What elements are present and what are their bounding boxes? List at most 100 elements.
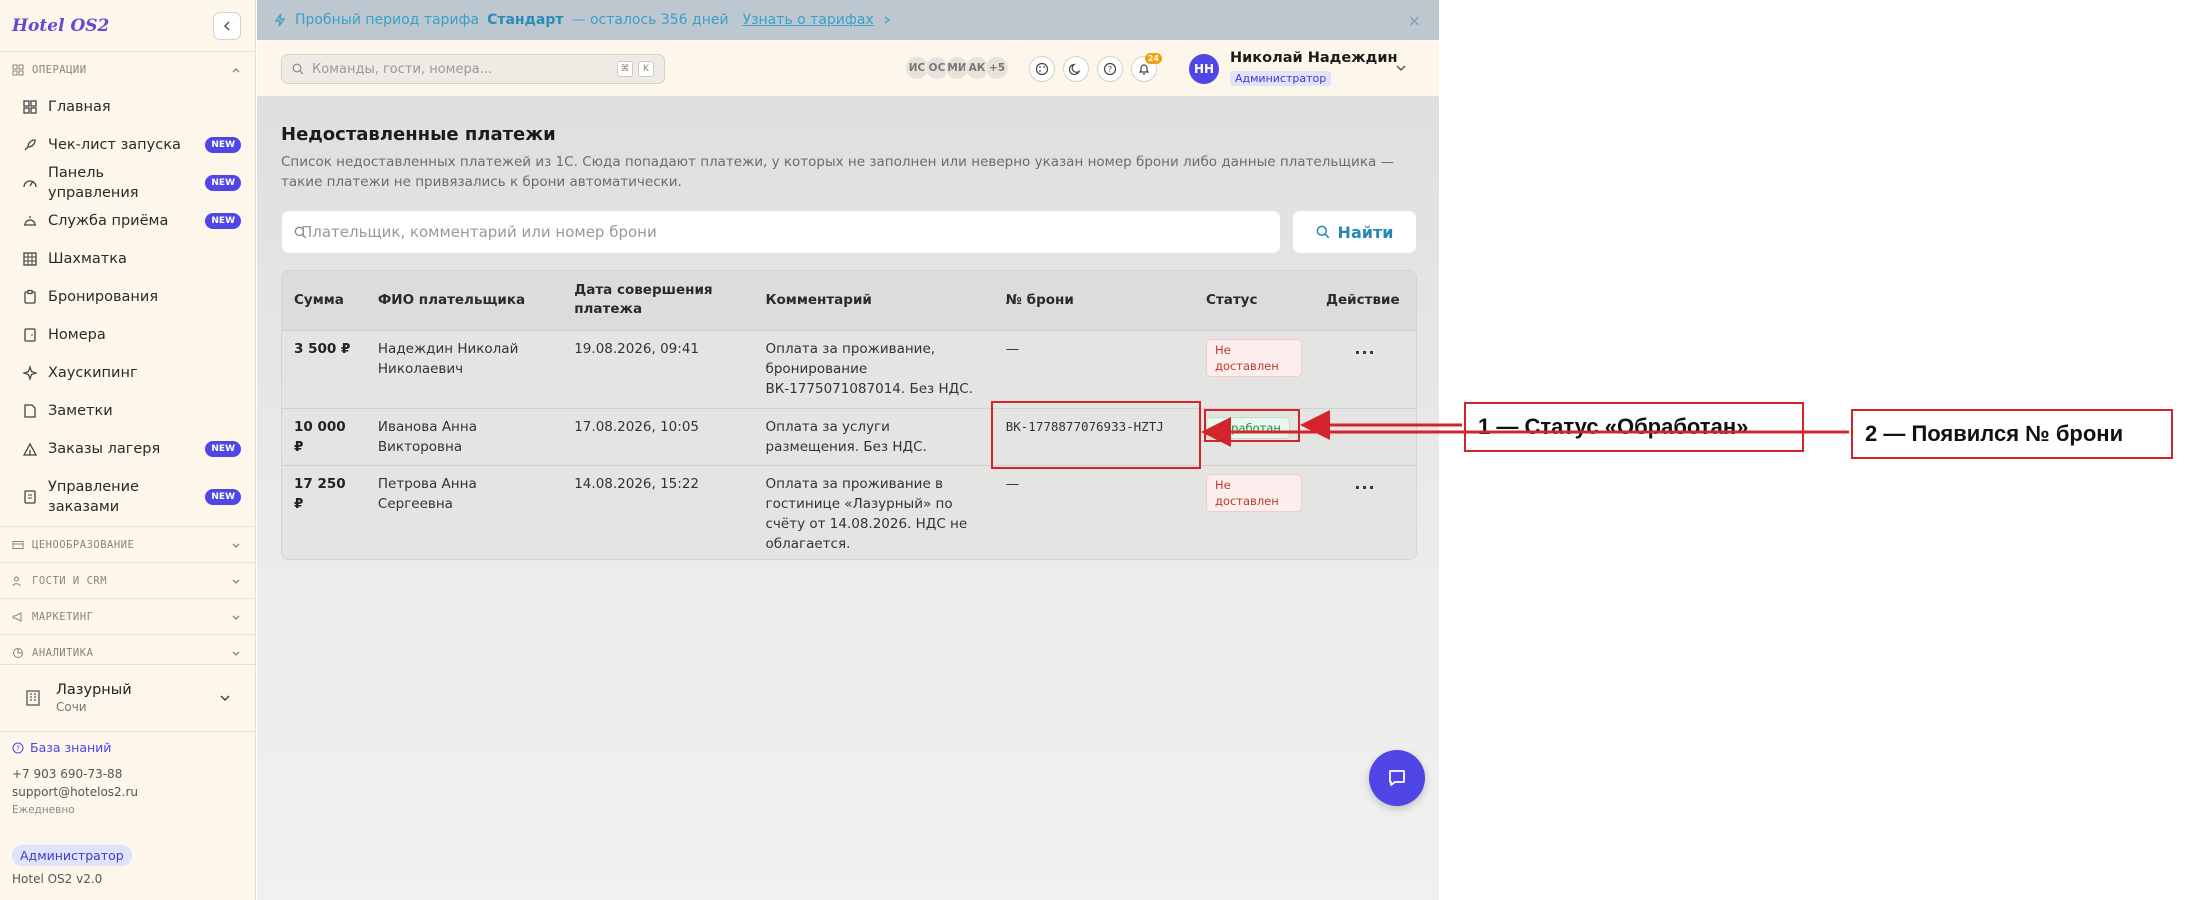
new-badge: NEW [205, 489, 241, 505]
column-header-payer[interactable]: ФИО плательщика [365, 271, 563, 331]
user-name[interactable]: Николай Надеждин [1230, 50, 1398, 66]
payment-amount: 17 250 ₽ [282, 465, 366, 559]
sidebar-item-home[interactable]: Главная [0, 88, 255, 126]
payment-date: 14.08.2026, 15:22 [562, 465, 754, 559]
sidebar-item-label: Главная [48, 99, 111, 115]
svg-text:?: ? [16, 744, 20, 752]
shortcut-hint: ⌘ K [617, 61, 654, 77]
user-role-badge: Администратор [1230, 71, 1332, 86]
chevron-down-icon [220, 695, 230, 702]
nav-group-pricing[interactable]: ЦЕНООБРАЗОВАНИЕ [0, 526, 255, 562]
action-cell [1314, 408, 1416, 466]
sidebar-item-label: Заказы лагеря [48, 441, 161, 457]
gauge-icon [23, 180, 37, 188]
online-users[interactable]: ИС ОС МИ АК +5 [905, 56, 1009, 80]
column-header-status[interactable]: Статус [1194, 271, 1314, 331]
dark-mode-button[interactable] [1063, 56, 1089, 82]
sidebar-item-notes[interactable]: Заметки [0, 392, 255, 430]
hotel-name: Лазурный [56, 682, 132, 698]
door-icon [24, 328, 36, 342]
new-badge: NEW [205, 137, 241, 153]
status-cell: Не доставлен [1194, 330, 1314, 409]
sidebar-header: Hotel OS2 [0, 0, 255, 52]
sidebar-item-label: Панель управления [48, 165, 139, 201]
sidebar-item-bookings[interactable]: Бронирования [0, 278, 255, 316]
sidebar-item-chessboard[interactable]: Шахматка [0, 240, 255, 278]
knowledge-base-label: База знаний [30, 740, 112, 755]
sidebar-item-control-panel[interactable]: Панель управления NEW [0, 164, 255, 202]
nav-group-label: МАРКЕТИНГ [32, 610, 94, 623]
kbd-cmd: ⌘ [617, 61, 633, 77]
sidebar-nav[interactable]: ОПЕРАЦИИ Главная Чек-лист запуска NEW Па… [0, 52, 255, 664]
column-header-comment[interactable]: Комментарий [753, 271, 994, 331]
new-badge: NEW [205, 175, 241, 191]
payer-name: Иванова Анна Викторовна [365, 408, 563, 466]
user-avatar[interactable]: НН [1189, 54, 1219, 84]
status-badge: Не доставлен [1206, 338, 1302, 377]
sidebar-item-housekeeping[interactable]: Хаускипинг [0, 354, 255, 392]
column-header-amount[interactable]: Сумма [282, 271, 366, 331]
top-bar: Команды, гости, номера... ⌘ K ИС ОС МИ А… [257, 40, 1439, 97]
main-content: Пробный период тарифа Стандарт — осталос… [257, 0, 1439, 900]
more-actions-button[interactable]: ... [1354, 474, 1375, 493]
table-row[interactable]: 17 250 ₽ Петрова Анна Сергеевна 14.08.20… [282, 465, 1416, 559]
role-badge: Администратор [12, 845, 132, 866]
chevron-down-icon [232, 543, 240, 548]
chevron-down-icon[interactable] [1395, 62, 1407, 74]
knowledge-base-link[interactable]: ? База знаний [12, 740, 243, 755]
sidebar-item-rooms[interactable]: Номера [0, 316, 255, 354]
page-description: Список недоставленных платежей из 1С. Сю… [281, 154, 1395, 190]
tariffs-link[interactable]: Узнать о тарифах [743, 12, 874, 28]
find-button[interactable]: Найти [1292, 210, 1417, 254]
support-phone[interactable]: +7 903 690-73-88 [12, 765, 243, 783]
sidebar-item-label: Служба приёма [48, 213, 169, 229]
column-header-action: Действие [1314, 271, 1416, 331]
palette-icon [1035, 62, 1049, 76]
tent-icon [22, 442, 38, 456]
nav-group-label: АНАЛИТИКА [32, 646, 94, 659]
dashboard-icon [23, 100, 37, 114]
theme-palette-button[interactable] [1029, 56, 1055, 82]
sidebar-item-launch-checklist[interactable]: Чек-лист запуска NEW [0, 126, 255, 164]
bell-service-icon [24, 216, 36, 226]
status-badge: Не доставлен [1206, 473, 1302, 512]
chat-button[interactable] [1369, 750, 1425, 806]
clipboard-icon [24, 289, 36, 304]
sidebar-item-label: Чек-лист запуска [48, 137, 181, 153]
hotel-switcher[interactable]: Лазурный Сочи [0, 664, 255, 732]
sidebar-item-order-management[interactable]: Управление заказами NEW [0, 468, 255, 526]
note-icon [24, 404, 36, 418]
pie-chart-icon [13, 647, 23, 658]
help-button[interactable]: ? [1097, 56, 1123, 82]
app-logo[interactable]: Hotel OS2 [12, 16, 109, 36]
nav-group-analytics[interactable]: АНАЛИТИКА [0, 634, 255, 664]
trial-banner: Пробный период тарифа Стандарт — осталос… [257, 0, 1439, 40]
avatar-more[interactable]: +5 [985, 56, 1009, 80]
table-row[interactable]: 3 500 ₽ Надеждин Николай Николаевич 19.0… [282, 330, 1416, 409]
notifications-button[interactable]: 24 [1131, 53, 1162, 82]
sidebar-collapse-button[interactable] [213, 11, 241, 40]
column-header-date[interactable]: Дата совершения платежа [562, 271, 754, 331]
close-banner-icon[interactable]: × [1408, 11, 1421, 30]
svg-text:?: ? [1108, 65, 1112, 74]
sidebar-item-label: Управление заказами [48, 479, 139, 515]
search-icon [292, 63, 304, 75]
sidebar-item-camp-orders[interactable]: Заказы лагеря NEW [0, 430, 255, 468]
support-email[interactable]: support@hotelos2.ru [12, 783, 243, 801]
payments-search-placeholder: Плательщик, комментарий или номер брони [301, 223, 657, 241]
chevron-up-icon [232, 68, 240, 73]
nav-group-label: ГОСТИ И CRM [32, 574, 108, 587]
column-header-booking[interactable]: № брони [993, 271, 1194, 331]
more-actions-button[interactable]: ... [1354, 339, 1375, 358]
chevron-down-icon [232, 651, 240, 656]
command-search[interactable]: Команды, гости, номера... ⌘ K [281, 54, 665, 84]
sidebar-item-front-desk[interactable]: Служба приёма NEW [0, 202, 255, 240]
nav-group-marketing[interactable]: МАРКЕТИНГ [0, 598, 255, 634]
trial-prefix: Пробный период тарифа [295, 12, 480, 28]
trial-plan: Стандарт [487, 12, 564, 28]
nav-group-guests-crm[interactable]: ГОСТИ И CRM [0, 562, 255, 598]
nav-group-operations[interactable]: ОПЕРАЦИИ [0, 52, 255, 88]
payer-name: Петрова Анна Сергеевна [365, 465, 563, 559]
payment-comment: Оплата за проживание, бронирование ВК-17… [753, 330, 994, 409]
payments-search-input[interactable]: Плательщик, комментарий или номер брони [281, 210, 1281, 254]
